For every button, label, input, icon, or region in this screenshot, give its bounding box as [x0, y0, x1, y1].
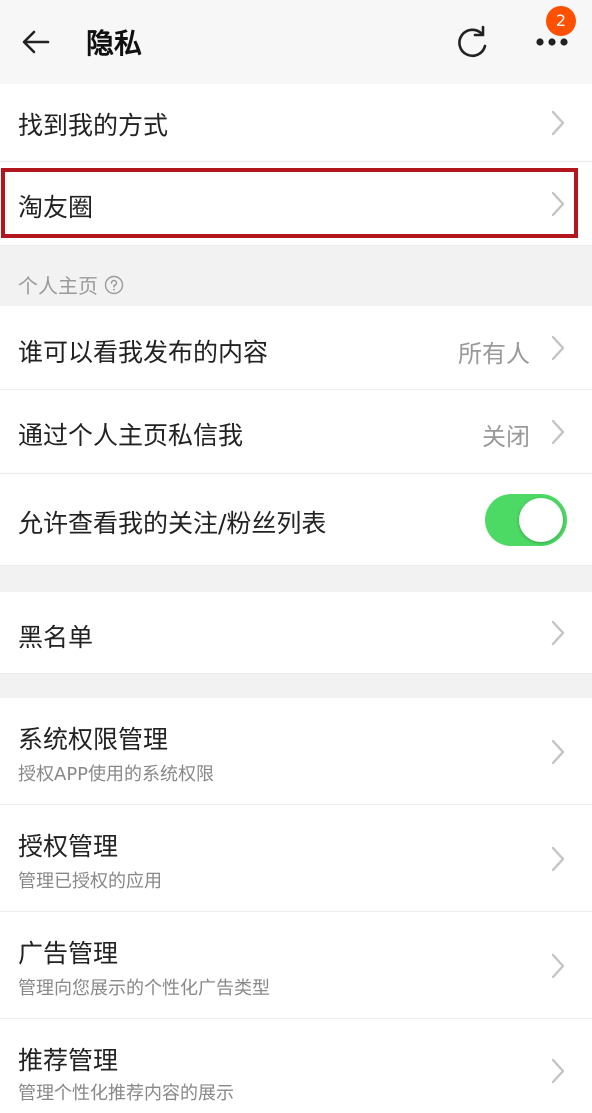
row-label: 谁可以看我发布的内容: [18, 338, 269, 367]
chevron-right-icon: [551, 419, 565, 445]
row-label: 允许查看我的关注/粉丝列表: [18, 509, 327, 538]
toggle-knob: [519, 498, 563, 542]
chevron-right-icon: [551, 110, 565, 136]
chevron-right-icon: [551, 335, 565, 361]
row-subtitle: 管理已授权的应用: [18, 871, 162, 892]
row-ad-management[interactable]: 广告管理 管理向您展示的个性化广告类型: [0, 912, 592, 1019]
row-subtitle: 管理向您展示的个性化广告类型: [18, 978, 270, 999]
row-find-me[interactable]: 找到我的方式: [0, 84, 592, 162]
section-header-personal-home: 个人主页: [18, 270, 124, 299]
row-title: 系统权限管理: [18, 725, 169, 754]
row-authorization[interactable]: 授权管理 管理已授权的应用: [0, 805, 592, 912]
row-label: 黑名单: [18, 623, 94, 652]
row-system-permissions[interactable]: 系统权限管理 授权APP使用的系统权限: [0, 698, 592, 805]
chevron-right-icon: [551, 953, 565, 979]
row-label: 找到我的方式: [18, 111, 169, 140]
row-who-can-see[interactable]: 谁可以看我发布的内容 所有人: [0, 306, 592, 390]
row-label: 通过个人主页私信我: [18, 421, 244, 450]
row-recommend-management[interactable]: 推荐管理 管理个性化推荐内容的展示: [0, 1019, 592, 1113]
row-dm-via-home[interactable]: 通过个人主页私信我 关闭: [0, 390, 592, 474]
app-header: 隐私 2: [0, 0, 592, 85]
refresh-button[interactable]: [452, 22, 492, 62]
refresh-icon: [458, 25, 487, 58]
row-subtitle: 授权APP使用的系统权限: [18, 764, 215, 785]
notification-badge: 2: [546, 6, 576, 36]
arrow-left-icon: [22, 30, 50, 54]
chevron-right-icon: [551, 620, 565, 646]
section-label: 个人主页: [18, 274, 98, 298]
chevron-right-icon: [551, 739, 565, 765]
back-button[interactable]: [18, 24, 54, 60]
row-blacklist[interactable]: 黑名单: [0, 592, 592, 674]
page-title: 隐私: [86, 27, 143, 60]
help-circle-icon[interactable]: [104, 275, 124, 295]
row-title: 推荐管理: [18, 1046, 119, 1075]
row-subtitle: 管理个性化推荐内容的展示: [18, 1083, 234, 1104]
row-title: 广告管理: [18, 939, 119, 968]
highlight-box: [1, 168, 578, 238]
chevron-right-icon: [551, 1058, 565, 1084]
row-value: 所有人: [458, 340, 530, 368]
row-title: 授权管理: [18, 832, 119, 861]
follow-list-toggle[interactable]: [485, 494, 567, 546]
row-value: 关闭: [482, 423, 530, 451]
chevron-right-icon: [551, 846, 565, 872]
